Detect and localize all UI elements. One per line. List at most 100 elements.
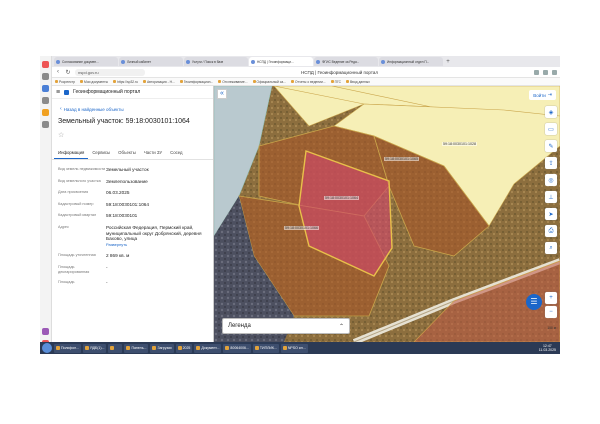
browser-tab[interactable]: Услуги / Поиск в базе: [184, 57, 248, 66]
taskbar-item[interactable]: ТИПЛИК...: [252, 343, 279, 353]
tab-favicon-icon: [381, 59, 385, 64]
tab-information[interactable]: Информация: [54, 147, 89, 159]
taskbar-item[interactable]: 2025: [175, 343, 193, 353]
legend-dropdown[interactable]: Легенда ⌃: [222, 318, 350, 334]
zoom-out-icon[interactable]: −: [545, 306, 557, 318]
tab-parts[interactable]: Части ЗУ: [140, 147, 166, 159]
app-icon[interactable]: [42, 85, 49, 92]
taskbar-item[interactable]: Панель...: [124, 343, 149, 353]
property-row: Кадастровый квартал 59:18:0030101: [52, 210, 213, 222]
browser-sidebar: [40, 56, 52, 347]
print-icon[interactable]: ⎙: [545, 225, 557, 237]
app-icon: [225, 346, 230, 350]
favorite-star-icon[interactable]: ☆: [52, 125, 213, 139]
expand-address-link[interactable]: Развернуть: [106, 242, 209, 248]
bookmark[interactable]: Ввод данных: [345, 80, 370, 84]
bookmark[interactable]: Официальный са...: [252, 80, 286, 84]
map-view[interactable]: 59:18:0030101:1028 59:18:0030101:1064 59…: [214, 86, 560, 342]
property-key: Площадь уточненная: [58, 253, 96, 258]
bookmark[interactable]: Отслеживание...: [218, 80, 248, 84]
browser-tab[interactable]: ФГИС Ведение за Реда...: [314, 57, 378, 66]
chat-icon[interactable]: ☰: [526, 294, 542, 310]
taskbar-item[interactable]: Документ...: [194, 343, 222, 353]
taskbar-item[interactable]: Загрузки: [150, 343, 174, 353]
bookmark[interactable]: ПГС: [330, 80, 341, 84]
extension-icon[interactable]: [534, 69, 539, 75]
property-value: -: [106, 280, 108, 286]
edit-icon[interactable]: ✎: [545, 140, 557, 152]
globe-icon[interactable]: ◎: [545, 174, 557, 186]
app-icon[interactable]: [42, 328, 49, 335]
parcel-number-label: 59:18:0030101:1066: [284, 226, 319, 230]
download-icon[interactable]: [543, 69, 548, 75]
panel-header: ≡ Геоинформационный портал: [52, 86, 213, 99]
login-button[interactable]: Войти ⇥: [529, 90, 556, 100]
app-icon[interactable]: [42, 61, 49, 68]
tab-objects[interactable]: Объекты: [114, 147, 140, 159]
property-row: Вид земельного участка Землепользование: [52, 176, 213, 188]
app-icon[interactable]: [42, 109, 49, 116]
layers-icon[interactable]: ◈: [545, 106, 557, 118]
start-button-icon[interactable]: [42, 343, 52, 353]
app-icon: [110, 346, 115, 350]
property-key: Кадастровый квартал: [58, 213, 97, 218]
taskbar-item[interactable]: [108, 343, 123, 353]
chevron-left-icon: ‹: [60, 106, 62, 112]
reload-icon[interactable]: ↻: [65, 69, 71, 76]
measure-icon[interactable]: ⊥: [545, 191, 557, 203]
share-icon[interactable]: ⇪: [545, 157, 557, 169]
back-to-results-link[interactable]: ‹ Назад в найденные объекты: [52, 99, 213, 112]
app-icon[interactable]: [42, 97, 49, 104]
back-icon[interactable]: ‹: [55, 69, 61, 75]
collapse-panel-button[interactable]: «: [217, 89, 227, 99]
screen: Согласование докумен... Личный кабинет У…: [40, 56, 560, 354]
login-icon: ⇥: [547, 92, 552, 98]
hamburger-menu-icon[interactable]: ≡: [56, 89, 60, 96]
property-row: Площадь -: [52, 277, 213, 289]
bookmark[interactable]: Мои документы: [80, 80, 108, 84]
taskbar-item[interactable]: Полифон...: [54, 343, 82, 353]
tab-favicon-icon: [186, 59, 190, 64]
zoom-in-icon[interactable]: +: [545, 292, 557, 304]
basemap-icon[interactable]: ▭: [545, 123, 557, 135]
bookmark-icon: [142, 80, 146, 83]
bookmark[interactable]: Отчеты о ведении...: [291, 80, 326, 84]
app-icon[interactable]: [42, 73, 49, 80]
property-key: Адрес: [58, 224, 69, 229]
tab-neighbors[interactable]: Сосед: [166, 147, 186, 159]
property-row: Вид земель недвижимости Земельный участок: [52, 164, 213, 176]
taskbar-item[interactable]: ЯДБ(1)...: [83, 343, 107, 353]
property-row: Кадастровый номер 59:18:0030101:1064: [52, 199, 213, 211]
new-tab-button[interactable]: +: [444, 58, 452, 66]
folder-icon: [152, 346, 157, 350]
browser-tab[interactable]: Личный кабинет: [119, 57, 183, 66]
browser-tab-active[interactable]: НСПД | Геоинформаци...: [249, 57, 313, 66]
property-value: Российская Федерация, Пермский край, мун…: [106, 224, 202, 242]
page-title: НСПД | Геоинформационный портал: [301, 69, 378, 75]
tab-favicon-icon: [121, 59, 125, 64]
browser-tab[interactable]: Информационный отдел П...: [379, 57, 443, 66]
taskbar-item[interactable]: 80064006...: [223, 343, 251, 353]
url-field[interactable]: nspd.gov.ru: [75, 68, 145, 76]
app-icon: [85, 346, 90, 350]
system-tray-clock[interactable]: 12:47 11.03.2025: [539, 344, 560, 352]
property-row: Площадь декларированная -: [52, 262, 213, 277]
app-icon: [56, 346, 60, 350]
tab-services[interactable]: Сервисы: [88, 147, 114, 159]
bookmark-icon: [179, 80, 183, 83]
portal-name: Геоинформационный портал: [73, 89, 141, 95]
bookmark[interactable]: Геоинформацион...: [179, 80, 213, 84]
property-value: 59:18:0030101:1064: [106, 201, 150, 207]
property-value: 59:18:0030101: [106, 213, 138, 219]
address-bar: ‹ ↻ nspd.gov.ru НСПД | Геоинформационный…: [52, 67, 560, 78]
search-icon[interactable]: ⌕: [545, 242, 557, 254]
location-icon[interactable]: ➤: [545, 208, 557, 220]
browser-tab[interactable]: Согласование докумен...: [54, 57, 118, 66]
taskbar: Полифон... ЯДБ(1)... Панель... Загрузки …: [40, 342, 560, 354]
taskbar-item[interactable]: NPSO ил...: [280, 343, 308, 353]
menu-icon[interactable]: [552, 69, 557, 75]
bookmark[interactable]: Росреестр: [55, 80, 75, 84]
bookmark[interactable]: https://sp32.ru: [113, 80, 138, 84]
bookmark[interactable]: Авторизация - Н...: [142, 80, 175, 84]
app-icon[interactable]: [42, 121, 49, 128]
